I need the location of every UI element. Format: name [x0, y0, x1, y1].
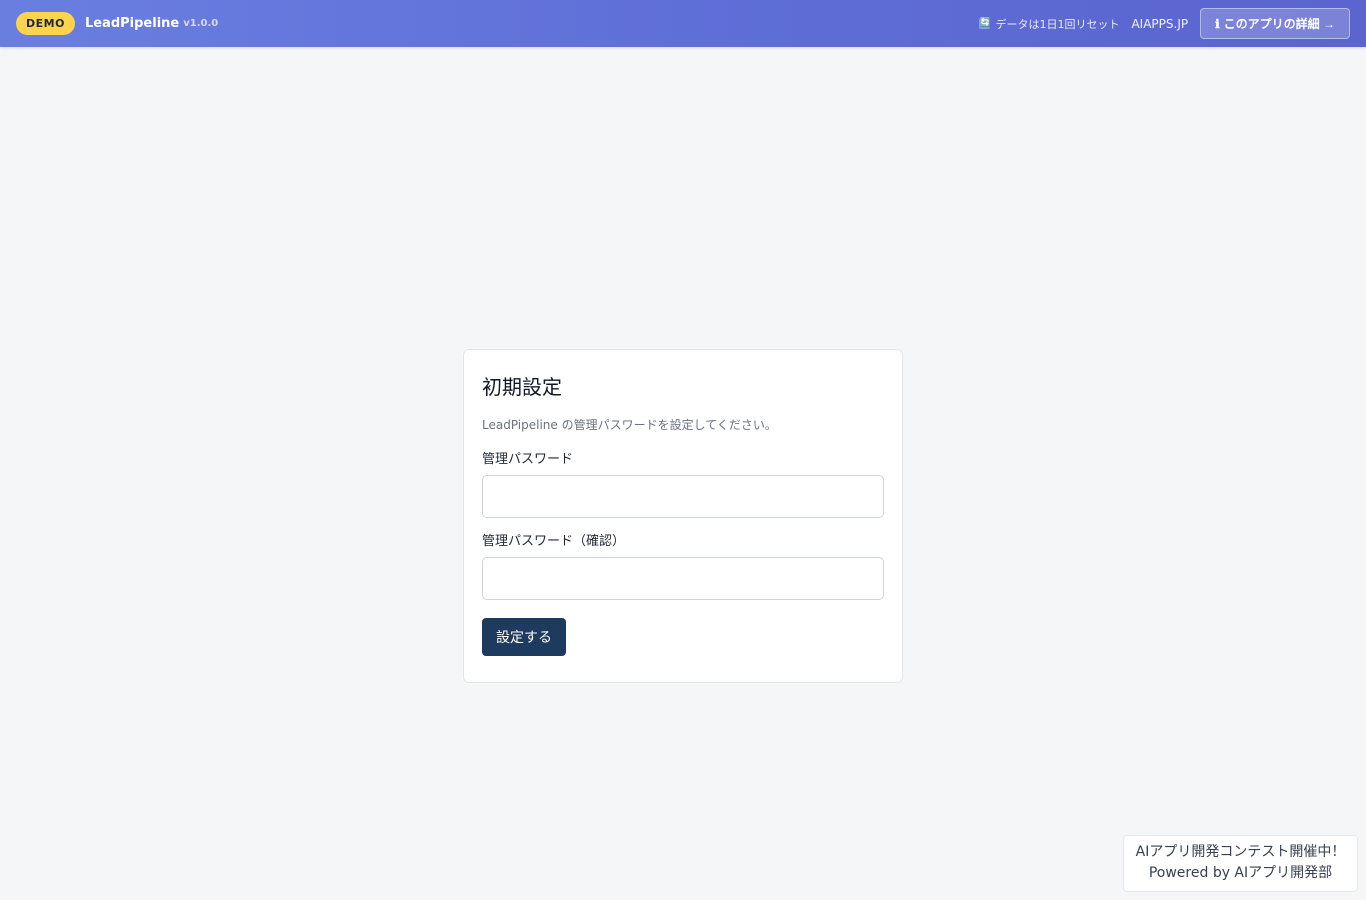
- app-name: LeadPipeline: [84, 16, 180, 31]
- reset-notice-text: データは1日1回リセット: [995, 17, 1120, 31]
- aiapps-site-link[interactable]: AIAPPS.JP: [1131, 17, 1188, 31]
- app-version: v1.0.0: [183, 18, 219, 29]
- promo-banner[interactable]: AIアプリ開発コンテスト開催中！ Powered by AIアプリ開発部: [1123, 835, 1358, 892]
- submit-setup-button[interactable]: 設定する: [482, 618, 566, 656]
- top-header-bar: DEMO LeadPipeline v1.0.0 🔄 データは1日1回リセット …: [0, 0, 1366, 47]
- setup-description: LeadPipeline の管理パスワードを設定してください。: [482, 418, 777, 432]
- promo-line-contest: AIアプリ開発コンテスト開催中！: [1135, 844, 1346, 860]
- password-confirm-input[interactable]: [482, 557, 884, 600]
- initial-setup-card: 初期設定 LeadPipeline の管理パスワードを設定してください。 管理パ…: [463, 349, 903, 683]
- reset-notice: 🔄 データは1日1回リセット: [979, 16, 1119, 32]
- setup-title: 初期設定: [482, 375, 562, 399]
- info-icon: ℹ: [1215, 16, 1220, 31]
- password-label: 管理パスワード: [482, 452, 574, 467]
- demo-badge: DEMO: [16, 12, 75, 35]
- app-details-button[interactable]: ℹ このアプリの詳細 →: [1200, 8, 1350, 39]
- password-input[interactable]: [482, 475, 884, 518]
- password-confirm-label: 管理パスワード（確認）: [482, 534, 626, 549]
- refresh-icon: 🔄: [979, 18, 991, 29]
- promo-line-powered-by: Powered by AIアプリ開発部: [1148, 865, 1333, 881]
- app-details-button-label: このアプリの詳細 →: [1223, 17, 1335, 31]
